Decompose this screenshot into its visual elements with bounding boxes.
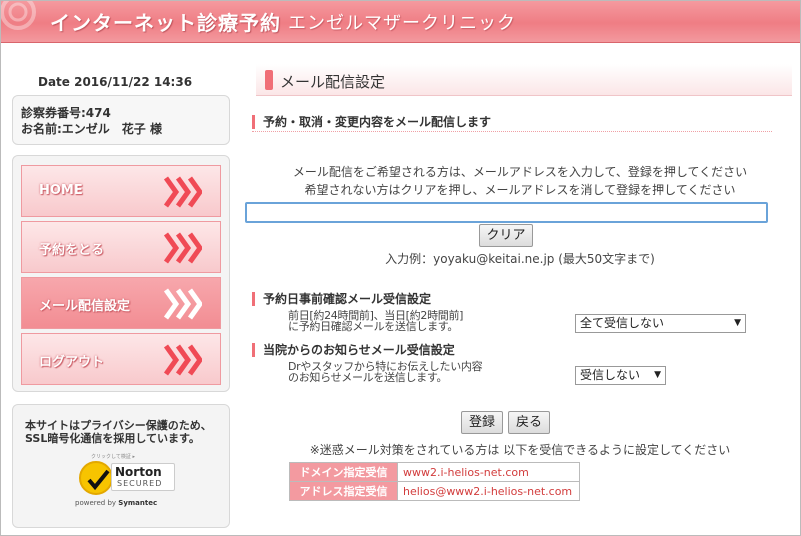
section-divider [252, 131, 772, 132]
chevron-right-icon [164, 232, 202, 264]
nav-reserve-label: 予約をとる [39, 243, 105, 258]
notice-select-value: 受信しない [580, 368, 641, 382]
privacy-box: 本サイトはプライバシー保護のため、SSL暗号化通信を採用しています。 クリックし… [12, 404, 230, 528]
app-header: インターネット診療予約 エンゼルマザークリニック [0, 0, 801, 43]
chevron-right-icon [164, 176, 202, 208]
nav-home-label: HOME [39, 183, 83, 198]
nav-mail-settings-button[interactable]: メール配信設定 [21, 277, 221, 329]
norton-secured: SECURED [117, 479, 163, 488]
section-reminder-heading: 予約日事前確認メール受信設定 [252, 292, 431, 306]
reminder-select-value: 全て受信しない [580, 316, 665, 330]
sidebar-nav: HOME 予約をとる メール配信設定 ログアウト [12, 155, 230, 392]
current-date: Date 2016/11/22 14:36 [38, 75, 193, 89]
page-title: メール配信設定 [280, 73, 386, 91]
email-input[interactable] [245, 202, 768, 223]
reminder-note-line-2: に予約日確認メールを送信します。 [288, 320, 459, 333]
norton-name: Norton [115, 465, 162, 479]
chevron-right-icon [164, 344, 202, 376]
section-notice-heading: 当院からのお知らせメール受信設定 [252, 343, 455, 357]
title-accent [265, 70, 273, 90]
domain-value: www2.i-helios-net.com [397, 462, 580, 482]
app-title: インターネット診療予約 [50, 11, 281, 35]
section-mail-delivery-heading: 予約・取消・変更内容をメール配信します [252, 115, 491, 129]
address-value: helios@www2.i-helios-net.com [397, 481, 580, 501]
back-button[interactable]: 戻る [508, 411, 550, 434]
norton-seal[interactable]: クリックして検証 ▸ Norton SECURED powered by Sym… [71, 451, 181, 517]
user-info-box: 診察券番号:474 お名前:エンゼル 花子 様 [12, 95, 230, 145]
domain-key: ドメイン指定受信 [289, 462, 398, 482]
spam-warning: ※迷惑メール対策をされている方は 以下を受信できるように設定してください [309, 443, 731, 457]
norton-verify-text: クリックして検証 ▸ [91, 454, 135, 460]
nav-logout-button[interactable]: ログアウト [21, 333, 221, 385]
nav-logout-label: ログアウト [39, 355, 105, 370]
register-button[interactable]: 登録 [461, 411, 503, 434]
clear-button[interactable]: クリア [479, 224, 533, 247]
norton-brand: Norton SECURED [111, 463, 175, 491]
input-example: 入力例：yoyaku@keitai.ne.jp (最大50文字まで) [385, 252, 655, 266]
powered-by-label: powered by [75, 499, 117, 507]
page-title-bar: メール配信設定 [256, 64, 792, 96]
clinic-name: エンゼルマザークリニック [288, 13, 516, 34]
instruction-line-2: 希望されない方はクリアを押し、メールアドレスを消して登録を押してください [304, 183, 736, 197]
nav-reserve-button[interactable]: 予約をとる [21, 221, 221, 273]
reminder-select[interactable]: 全て受信しない ▼ [575, 314, 746, 333]
patient-name: お名前:エンゼル 花子 様 [21, 122, 162, 136]
receive-settings-table: ドメイン指定受信 www2.i-helios-net.com アドレス指定受信 … [289, 462, 580, 501]
norton-check-icon [79, 461, 113, 495]
patient-number: 診察券番号:474 [21, 106, 111, 120]
table-row: ドメイン指定受信 www2.i-helios-net.com [289, 462, 580, 482]
chevron-right-icon [164, 288, 202, 320]
powered-by: powered by Symantec [75, 499, 157, 507]
privacy-text: 本サイトはプライバシー保護のため、SSL暗号化通信を採用しています。 [25, 419, 212, 445]
instruction-line-1: メール配信をご希望される方は、メールアドレスを入力して、登録を押してください [292, 165, 748, 179]
dropdown-arrow-icon: ▼ [654, 370, 661, 380]
symantec-label: Symantec [118, 499, 158, 507]
dropdown-arrow-icon: ▼ [734, 318, 741, 328]
notice-note-line-2: のお知らせメールを送信します。 [288, 371, 448, 384]
notice-note: Drやスタッフから特にお伝えしたい内容 のお知らせメールを送信します。 [288, 361, 483, 384]
nav-home-button[interactable]: HOME [21, 165, 221, 217]
nav-mail-settings-label: メール配信設定 [39, 299, 131, 314]
reminder-note: 前日[約24時間前]、当日[約2時間前] に予約日確認メールを送信します。 [288, 310, 463, 332]
notice-select[interactable]: 受信しない ▼ [575, 366, 666, 385]
table-row: アドレス指定受信 helios@www2.i-helios-net.com [289, 481, 580, 501]
address-key: アドレス指定受信 [289, 481, 398, 501]
